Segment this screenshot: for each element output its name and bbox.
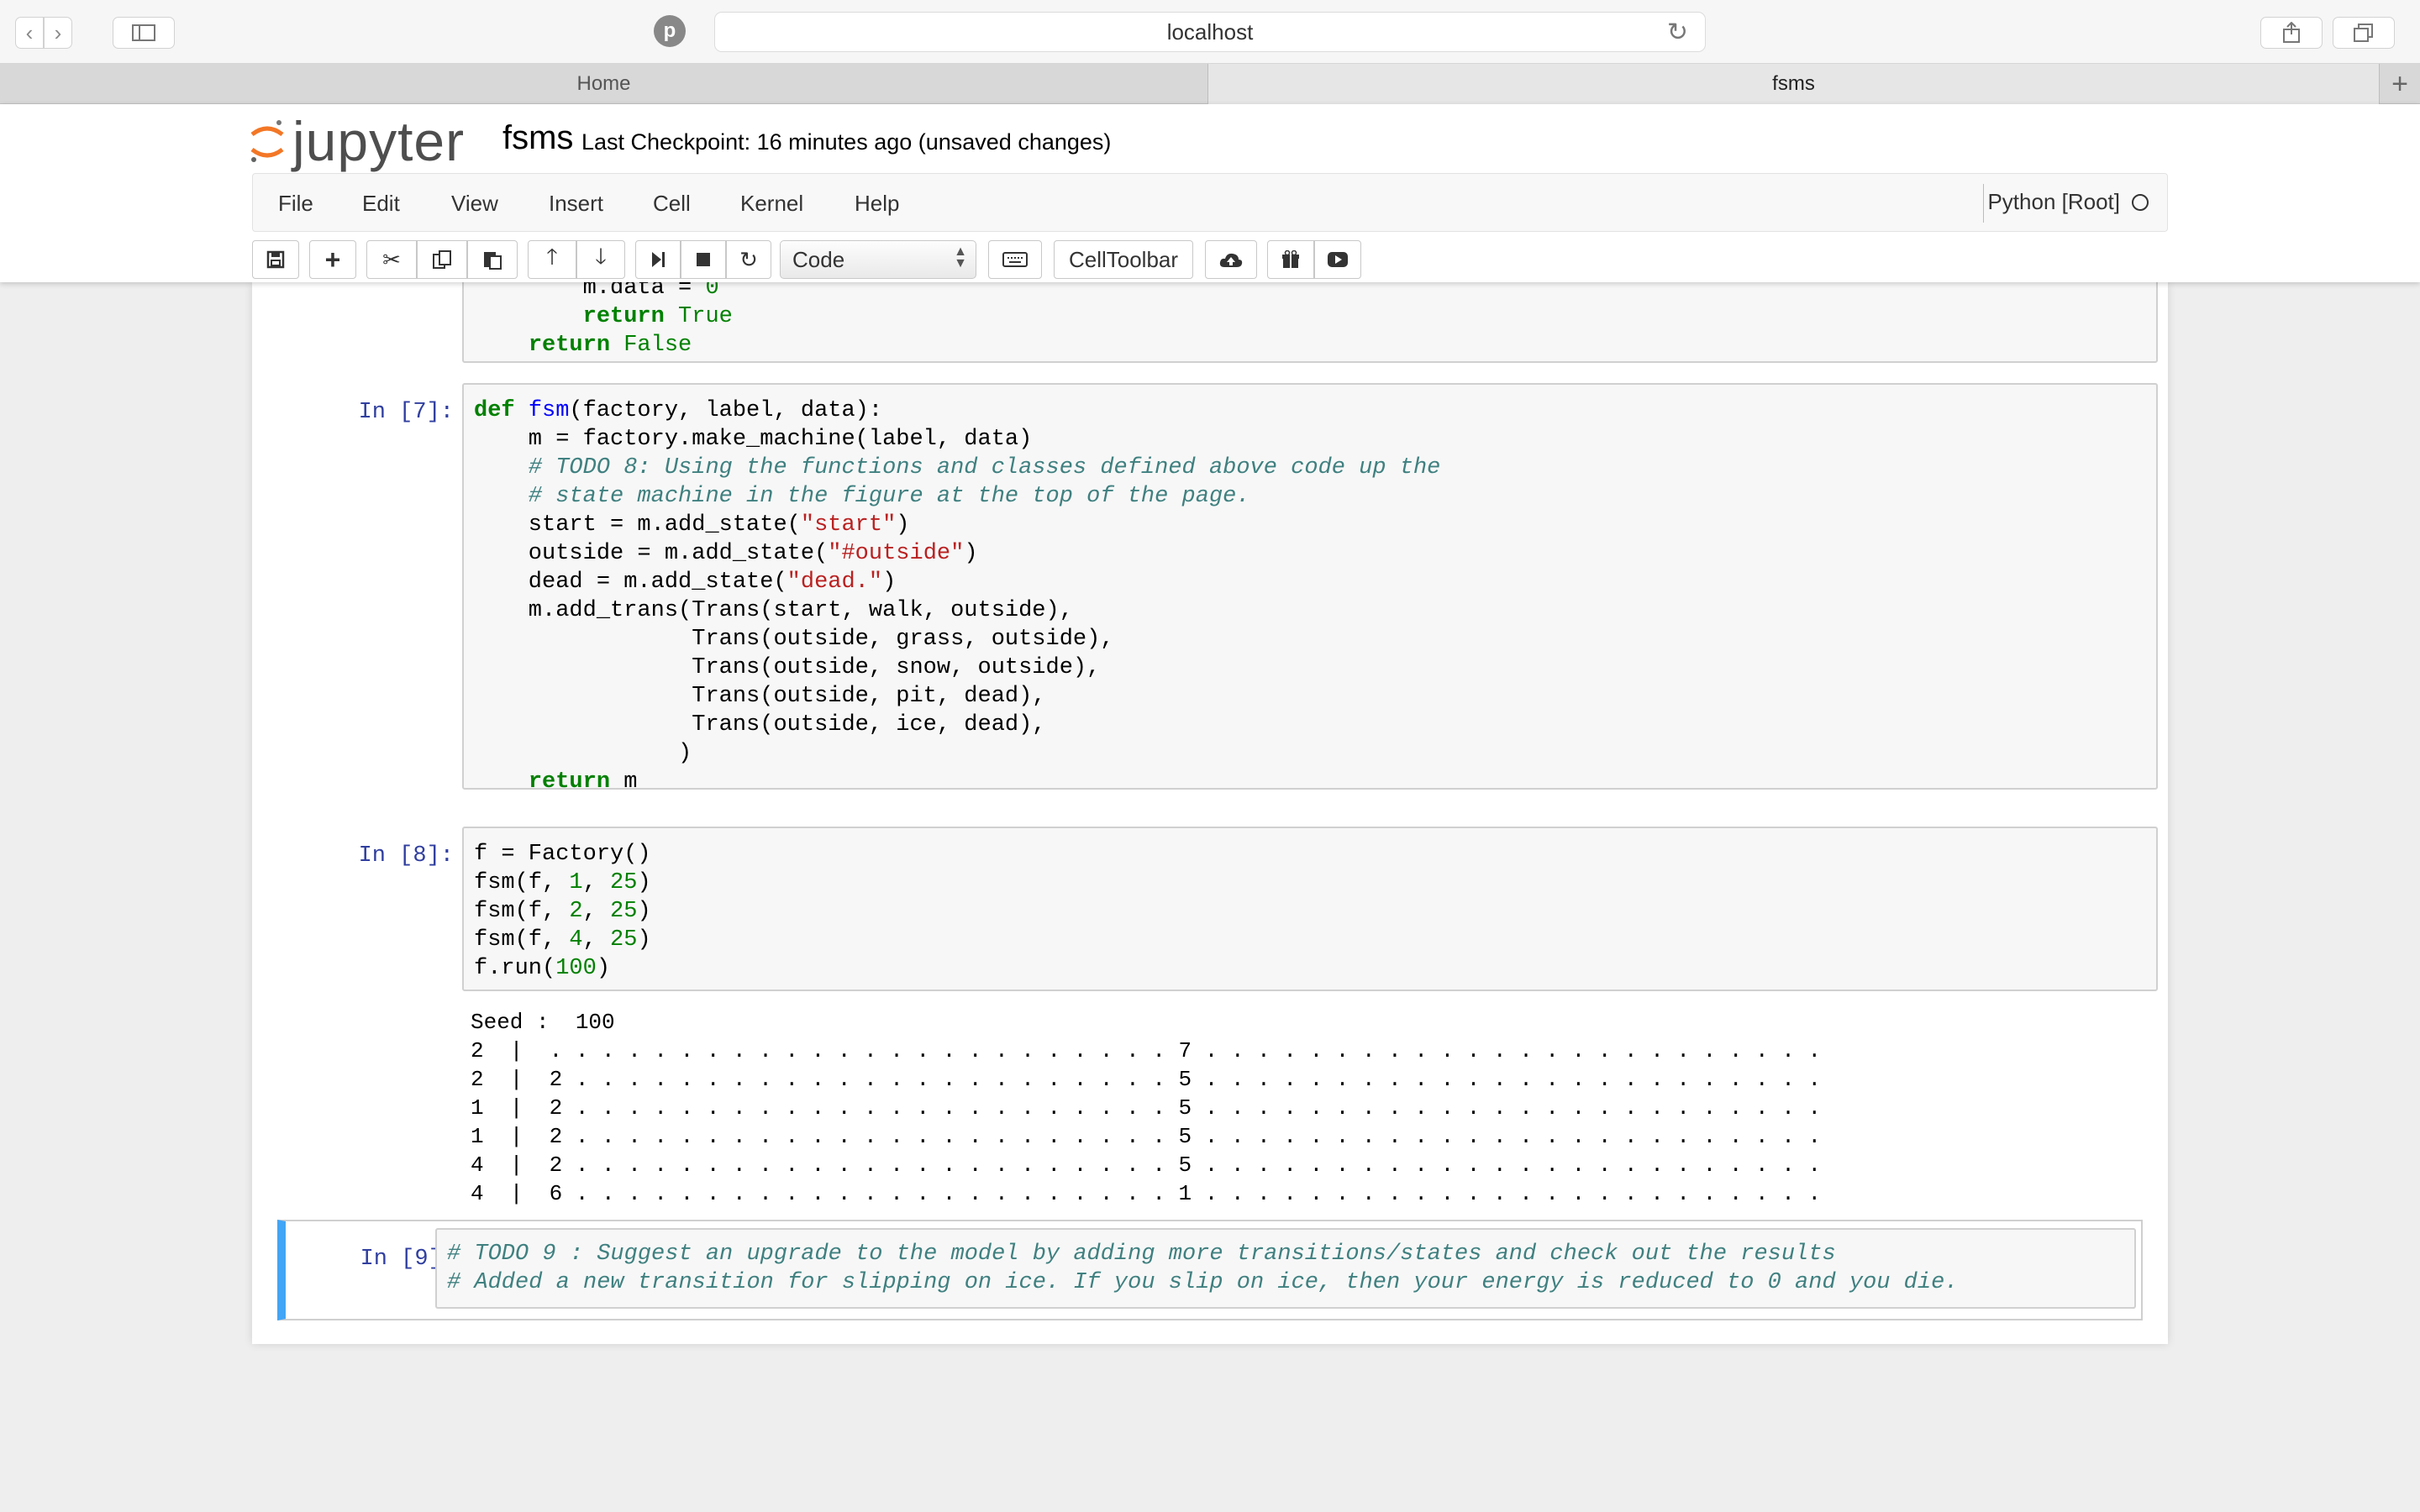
builtin: False [623, 333, 692, 358]
cut-icon: ✂ [382, 246, 401, 272]
browser-toolbar: ‹ › p localhost ↻ [0, 0, 2420, 64]
keyboard-icon [1002, 252, 1028, 267]
menu-insert[interactable]: Insert [549, 191, 603, 217]
notebook-title[interactable]: fsms [502, 119, 573, 157]
code-cell-7: In [7]: def fsm(factory, label, data): m… [277, 383, 2158, 795]
chevron-left-icon: ‹ [25, 19, 34, 45]
jupyter-logo-text: jupyter [292, 110, 466, 172]
cell-code: f = Factory() fsm(f, 1, 25) fsm(f, 2, 25… [474, 842, 651, 981]
move-down-button[interactable]: 🡓 [576, 240, 625, 279]
run-button[interactable] [635, 240, 681, 279]
arrow-up-icon: 🡑 [546, 244, 558, 269]
reload-icon[interactable]: ↻ [1667, 18, 1688, 47]
menu-cell[interactable]: Cell [653, 191, 691, 217]
gift-button[interactable] [1267, 240, 1314, 279]
step-forward-icon [652, 252, 665, 267]
restart-icon: ↻ [739, 246, 758, 272]
menu-bar: File Edit View Insert Cell Kernel Help P… [252, 173, 2168, 232]
cell-code: m.data = 0 return True return False [464, 282, 2156, 371]
cell-type-select[interactable]: Code ▲ ▼ [780, 240, 976, 279]
menu-kernel[interactable]: Kernel [740, 191, 803, 217]
paste-button[interactable] [467, 240, 518, 279]
notebook-toolbar: + ✂ 🡑 🡓 ↻ Code ▲ ▼ CellToolbar [252, 232, 1428, 282]
builtin: True [678, 304, 733, 329]
new-tab-button[interactable]: + [2380, 64, 2420, 104]
cell-input[interactable]: def fsm(factory, label, data): m = facto… [462, 383, 2158, 795]
add-cell-icon: + [324, 244, 341, 275]
tabs-overview-button[interactable] [2333, 17, 2395, 49]
divider [1983, 184, 1984, 223]
select-arrows-icon: ▲ ▼ [954, 244, 967, 270]
jupyter-header: jupyter fsms Last Checkpoint: 16 minutes… [0, 104, 2420, 282]
plus-icon: + [2391, 67, 2408, 100]
jupyter-logo-icon [250, 120, 284, 162]
restart-button[interactable]: ↻ [726, 240, 771, 279]
sidebar-toggle-button[interactable] [113, 17, 175, 49]
kernel-idle-icon [2132, 193, 2149, 211]
jupyter-logo[interactable]: jupyter [249, 108, 465, 175]
insert-cell-button[interactable]: + [309, 240, 356, 279]
cell-code: # TODO 9 : Suggest an upgrade to the mod… [437, 1230, 2134, 1309]
back-button[interactable]: ‹ [15, 17, 44, 49]
cell-input[interactable]: # TODO 9 : Suggest an upgrade to the mod… [435, 1228, 2136, 1309]
cell-type-value: Code [792, 246, 845, 272]
tab-bar: Home fsms + [0, 64, 2420, 104]
youtube-icon [1328, 252, 1348, 267]
code-cell-partial: m.data = 0 return True return False [277, 282, 2158, 363]
copy-button[interactable] [417, 240, 467, 279]
code-line: m.data = 0 [582, 282, 719, 301]
notebook-container: m.data = 0 return True return False In [… [252, 282, 2168, 1344]
url-text: localhost [1166, 18, 1254, 45]
comment: # TODO 9 : Suggest an upgrade to the mod… [447, 1242, 1959, 1295]
menu-help[interactable]: Help [855, 191, 899, 217]
cell-output: Seed : 100 2 | . . . . . . . . . . . . .… [471, 1010, 1822, 1206]
cell-prompt: In [7]: [358, 400, 454, 425]
cell-input[interactable]: m.data = 0 return True return False [462, 282, 2158, 363]
cell-input[interactable]: f = Factory() fsm(f, 1, 25) fsm(f, 2, 25… [462, 827, 2158, 991]
cloud-upload-icon [1219, 253, 1243, 267]
pinterest-icon[interactable]: p [654, 15, 686, 47]
celltoolbar-button[interactable]: CellToolbar [1054, 240, 1193, 279]
arrow-down-icon: 🡓 [595, 244, 607, 269]
code-cell-9[interactable]: In [9]: # TODO 9 : Suggest an upgrade to… [277, 1220, 2143, 1320]
keyword: return [582, 304, 665, 329]
tabs-icon [2354, 24, 2373, 42]
copy-icon [433, 250, 451, 269]
address-bar[interactable]: localhost ↻ [714, 12, 1706, 52]
gift-icon [1282, 250, 1299, 268]
checkpoint-status: Last Checkpoint: 16 minutes ago (unsaved… [581, 129, 1112, 155]
stop-icon [697, 253, 710, 266]
paste-icon [484, 252, 502, 270]
menu-view[interactable]: View [451, 191, 498, 217]
upload-button[interactable] [1205, 240, 1257, 279]
chevron-right-icon: › [54, 19, 62, 45]
forward-button[interactable]: › [44, 17, 72, 49]
move-up-button[interactable]: 🡑 [528, 240, 576, 279]
save-icon [266, 250, 285, 269]
share-icon [2283, 22, 2300, 43]
cut-button[interactable]: ✂ [366, 240, 417, 279]
interrupt-button[interactable] [681, 240, 726, 279]
cell-prompt: In [8]: [358, 843, 454, 869]
save-button[interactable] [252, 240, 299, 279]
tab-fsms[interactable]: fsms [1208, 64, 2380, 104]
menu-file[interactable]: File [278, 191, 313, 217]
tab-home[interactable]: Home [0, 64, 1208, 104]
sidebar-icon [132, 24, 155, 41]
slideshow-button[interactable] [1314, 240, 1361, 279]
command-palette-button[interactable] [988, 240, 1042, 279]
kernel-indicator: Python [Root] [1987, 189, 2149, 215]
kernel-name: Python [Root] [1987, 189, 2120, 214]
menu-edit[interactable]: Edit [362, 191, 400, 217]
share-button[interactable] [2260, 17, 2323, 49]
code-cell-8: In [8]: f = Factory() fsm(f, 1, 25) fsm(… [277, 827, 2158, 1206]
keyword: return [528, 333, 611, 358]
cell-code: def fsm(factory, label, data): m = facto… [474, 398, 1441, 795]
